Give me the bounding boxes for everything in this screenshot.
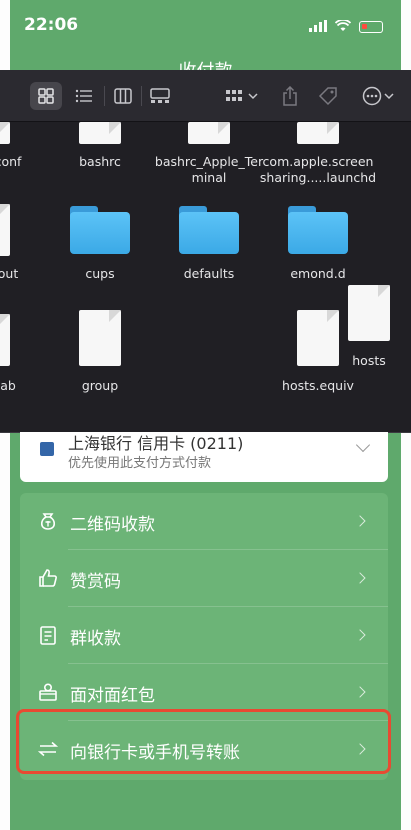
highlight-box — [16, 709, 391, 774]
list-icon — [75, 89, 92, 103]
file-document-icon — [0, 204, 10, 256]
columns-icon — [114, 88, 132, 104]
payment-card-name: 上海银行 信用卡 (0211) — [68, 434, 244, 453]
folder-icon — [179, 206, 239, 254]
chevron-down-icon — [355, 437, 371, 453]
finder-toolbar — [0, 70, 411, 122]
payment-card-subtitle: 优先使用此支付方式付款 — [68, 456, 212, 471]
tag-icon — [318, 87, 337, 106]
group-by-icon — [226, 90, 258, 101]
icon-view-button[interactable] — [30, 82, 62, 110]
file-label: group — [81, 378, 119, 393]
list-view-button[interactable] — [70, 82, 98, 110]
signal-icon — [309, 17, 327, 36]
red-packet-icon — [37, 681, 59, 703]
file-label: com.apple.screen — [262, 154, 374, 169]
grid-icon — [38, 88, 54, 104]
file-label: hosts.equiv — [282, 378, 354, 393]
toolbar-divider — [141, 86, 142, 106]
chevron-right-icon — [354, 686, 366, 698]
gallery-icon — [150, 88, 170, 103]
column-view-button[interactable] — [110, 82, 136, 110]
folder-label: emond.d — [290, 266, 346, 281]
money-bag-icon — [37, 510, 59, 532]
wifi-icon — [334, 17, 352, 36]
status-time: 22:06 — [24, 15, 79, 35]
file-document-icon — [297, 122, 339, 144]
menu-item-group-receipt[interactable]: 群收款 — [20, 607, 388, 664]
menu-item-appreciation-code[interactable]: 赞赏码 — [20, 550, 388, 607]
chevron-right-icon — [354, 515, 366, 527]
menu-item-label: 群收款 — [70, 629, 121, 649]
toolbar-divider — [104, 86, 105, 106]
menu-item-label: 赞赏码 — [70, 572, 121, 592]
menu-item-label: 面对面红包 — [70, 686, 155, 706]
folder-item[interactable]: emond.d — [253, 266, 383, 284]
thumbs-up-icon — [37, 567, 59, 589]
file-label: sharing.....launchd — [259, 170, 377, 185]
folder-icon — [288, 206, 348, 254]
finder-window: conf bashrc bashrc_Apple_Ter minal com.a… — [0, 70, 411, 433]
bank-card-icon — [40, 442, 54, 456]
status-bar: 22:06 — [10, 0, 401, 52]
payment-method-card[interactable]: 上海银行 信用卡 (0211) 优先使用此支付方式付款 — [20, 432, 388, 482]
file-item[interactable]: group — [35, 378, 165, 396]
file-document-icon — [297, 310, 339, 366]
status-icons — [309, 17, 383, 36]
share-button[interactable] — [278, 82, 302, 110]
more-actions-button[interactable] — [358, 82, 398, 110]
ellipsis-circle-icon — [362, 86, 394, 106]
file-document-icon — [0, 314, 10, 366]
file-document-icon — [79, 122, 121, 144]
chevron-right-icon — [354, 572, 366, 584]
group-receipt-icon — [37, 624, 59, 646]
group-by-button[interactable] — [222, 82, 262, 110]
file-item[interactable]: com.apple.screen sharing.....launchd — [253, 154, 383, 188]
tag-button[interactable] — [314, 82, 342, 110]
chevron-right-icon — [354, 629, 366, 641]
wechat-payment-screen: 22:06 收付款 — [0, 0, 411, 830]
battery-low-icon — [359, 20, 383, 33]
folder-icon — [70, 206, 130, 254]
gallery-view-button[interactable] — [146, 82, 174, 110]
dragged-file-icon[interactable] — [348, 285, 390, 341]
file-item[interactable]: hosts.equiv — [253, 378, 383, 396]
menu-item-qr-receive[interactable]: 二维码收款 — [20, 493, 388, 550]
share-icon — [283, 86, 297, 106]
file-document-icon — [79, 310, 121, 366]
file-document-icon — [188, 122, 230, 144]
menu-item-label: 二维码收款 — [70, 515, 155, 535]
file-document-icon — [0, 122, 10, 144]
